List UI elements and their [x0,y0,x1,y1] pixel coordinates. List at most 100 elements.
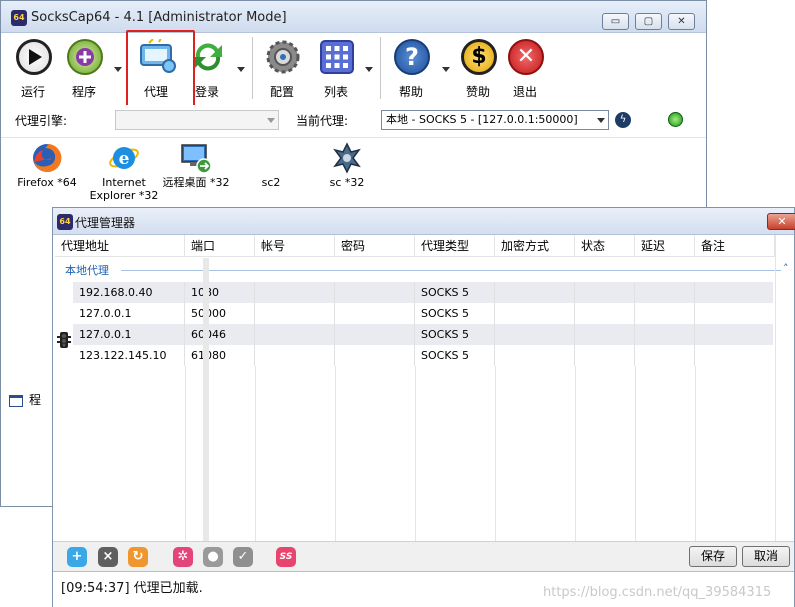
settings-proxy-icon[interactable]: ✲ [173,547,193,567]
app-icon: 64 [11,10,27,26]
cancel-button[interactable]: 取消 [742,546,790,567]
program-dropdown-icon[interactable] [114,67,122,72]
list-label: 列表 [323,85,348,99]
cell-password [335,303,415,324]
cell-latency [635,282,695,303]
cell-remark [695,303,773,324]
col-port[interactable]: 端口 [185,235,255,257]
cell-password [335,345,415,366]
exit-label: 退出 [512,85,537,99]
engine-label: 代理引擎: [15,114,68,128]
grid-divider [185,366,186,541]
dialog-close-button[interactable]: ✕ [767,213,795,230]
close-button[interactable]: ✕ [668,13,695,30]
cell-latency [635,303,695,324]
column-resize-shadow [203,258,209,548]
table-row[interactable]: 127.0.0.1 60046 SOCKS 5 [73,324,773,345]
table-row[interactable]: 123.122.145.10 61080 SOCKS 5 [73,345,773,366]
grid-divider [335,366,336,541]
grid-divider [495,366,496,541]
bulb-icon[interactable]: ● [203,547,223,567]
check-proxy-icon[interactable]: ✓ [233,547,253,567]
col-proxy-type[interactable]: 代理类型 [415,235,495,257]
app-sc[interactable]: sc *32 [307,138,387,208]
save-button[interactable]: 保存 [689,546,737,567]
run-label: 运行 [20,85,45,99]
cell-encryption [495,324,575,345]
current-proxy-select[interactable]: 本地 - SOCKS 5 - [127.0.0.1:50000] [381,110,609,130]
cell-port: 1080 [185,282,255,303]
watermark: https://blog.csdn.net/qq_39584315 [543,585,772,600]
list-button[interactable]: 列表 [311,33,361,103]
cell-type: SOCKS 5 [415,303,495,324]
app-internet-explorer[interactable]: e Internet Explorer *32 [84,138,164,208]
chevron-up-icon[interactable]: ˄ [783,262,789,275]
group-label: 本地代理 [65,264,109,277]
sponsor-button[interactable]: $ 赞助 [453,33,503,103]
cell-type: SOCKS 5 [415,282,495,303]
cell-account [255,303,335,324]
col-account[interactable]: 帐号 [255,235,335,257]
help-label: 帮助 [398,85,423,99]
proxy-highlight-box [126,30,195,115]
cell-status [575,345,635,366]
help-icon: ? [394,39,430,75]
col-remark[interactable]: 备注 [695,235,775,257]
col-password[interactable]: 密码 [335,235,415,257]
current-proxy-value: 本地 - SOCKS 5 - [127.0.0.1:50000] [386,113,578,126]
cell-address: 192.168.0.40 [73,282,185,303]
engine-select[interactable] [115,110,279,130]
play-icon [16,39,52,75]
cell-account [255,324,335,345]
proxy-manager-dialog: 64 代理管理器 ✕ 代理地址 端口 帐号 密码 代理类型 加密方式 状态 延迟… [52,207,795,607]
proxy-grid: 代理地址 端口 帐号 密码 代理类型 加密方式 状态 延迟 备注 本地代理 ˄ … [55,235,794,541]
exit-button[interactable]: ✕ 退出 [500,33,550,103]
program-button[interactable]: 程序 [59,33,109,103]
cell-address: 123.122.145.10 [73,345,185,366]
col-latency[interactable]: 延迟 [635,235,695,257]
window-title: SocksCap64 - 4.1 [Administrator Mode] [31,10,287,25]
program-panel-tab[interactable]: 程 [9,391,57,409]
app-firefox[interactable]: Firefox *64 [7,138,87,208]
refresh-proxy-icon[interactable]: ↻ [128,547,148,567]
app-sc2[interactable]: sc2 [231,138,311,208]
group-divider [121,270,781,271]
table-row[interactable]: 127.0.0.1 50000 SOCKS 5 [73,303,773,324]
cell-port: 50000 [185,303,255,324]
shadowsocks-icon[interactable]: SS [276,547,296,567]
cell-status [575,324,635,345]
help-button[interactable]: ? 帮助 [386,33,436,103]
login-dropdown-icon[interactable] [237,67,245,72]
dialog-title: 代理管理器 [75,216,136,230]
delete-proxy-icon[interactable]: × [98,547,118,567]
add-proxy-icon[interactable]: + [67,547,87,567]
minimize-button[interactable]: ▭ [602,13,629,30]
group-header[interactable]: 本地代理 ˄ [65,262,789,278]
app-label: sc2 [261,176,281,189]
col-status[interactable]: 状态 [575,235,635,257]
grid-divider [255,366,256,541]
col-address[interactable]: 代理地址 [55,235,185,257]
cell-port: 61080 [185,345,255,366]
cell-status [575,282,635,303]
grid-divider [635,366,636,541]
cell-encryption [495,282,575,303]
dialog-title-bar[interactable]: 64 代理管理器 ✕ [53,208,795,235]
help-dropdown-icon[interactable] [442,67,450,72]
list-dropdown-icon[interactable] [365,67,373,72]
app-remote-desktop[interactable]: 远程桌面 *32 [156,138,236,208]
col-encryption[interactable]: 加密方式 [495,235,575,257]
exit-icon: ✕ [508,39,544,75]
run-button[interactable]: 运行 [8,33,58,103]
cell-encryption [495,345,575,366]
grid-divider [575,366,576,541]
toolbar-separator [252,37,253,99]
maximize-button[interactable]: ▢ [635,13,662,30]
title-bar[interactable]: 64 SocksCap64 - 4.1 [Administrator Mode]… [1,1,706,33]
table-row[interactable]: 192.168.0.40 1080 SOCKS 5 [73,282,773,303]
lightning-icon[interactable]: ϟ [615,112,631,128]
cell-type: SOCKS 5 [415,324,495,345]
config-button[interactable]: 配置 [257,33,307,103]
app-icon: 64 [57,214,73,230]
cell-latency [635,324,695,345]
